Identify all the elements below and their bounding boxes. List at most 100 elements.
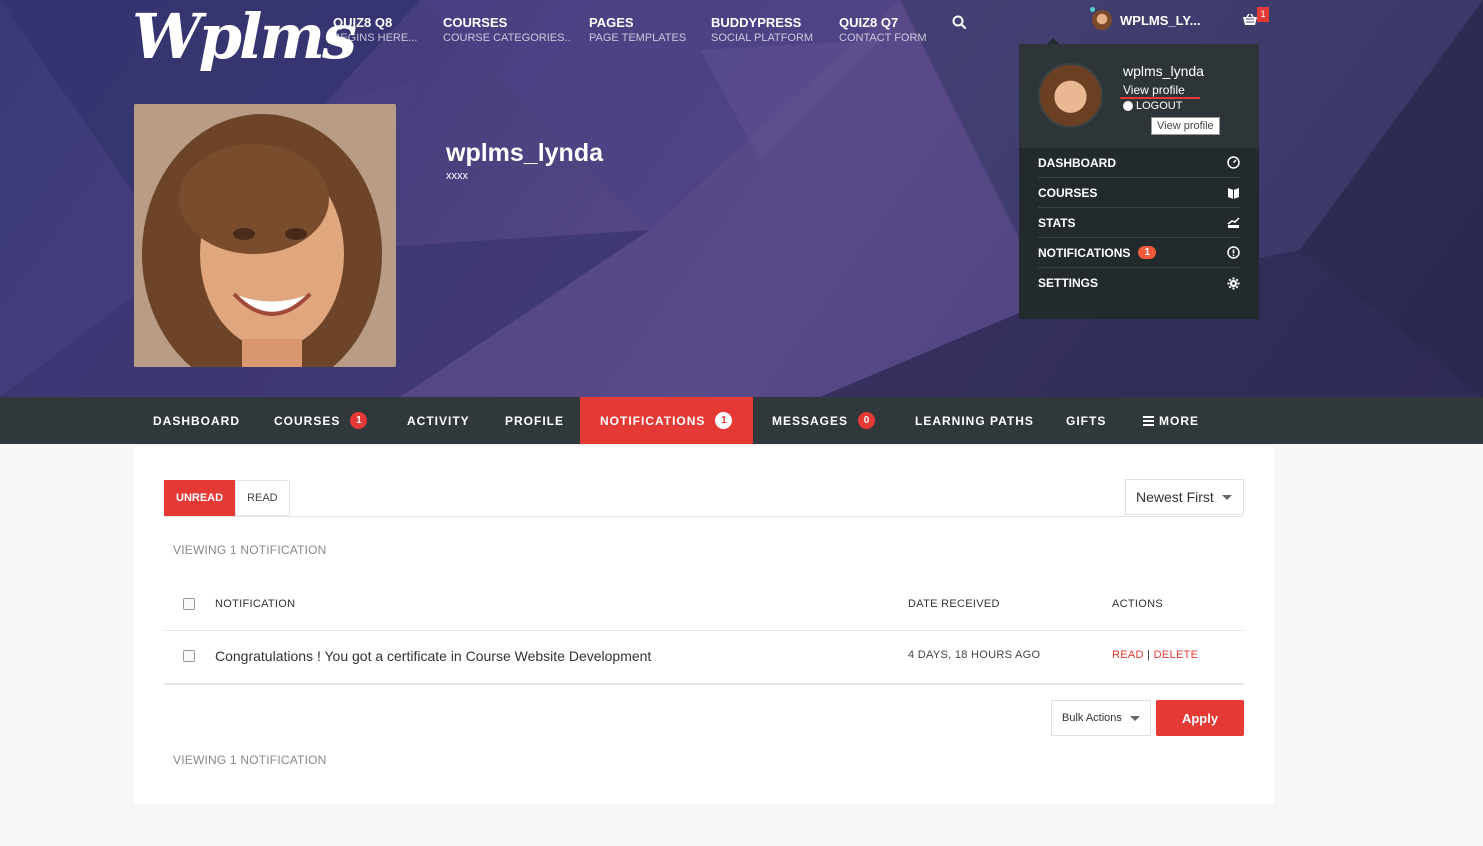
power-icon (1123, 101, 1133, 111)
dropdown-header: wplms_lynda View profile LOGOUT View pro… (1019, 44, 1259, 148)
chevron-down-icon (1221, 494, 1232, 500)
nav-title: QUIZ8 Q7 (839, 15, 899, 30)
nav-subtitle: PAGE TEMPLATES (589, 32, 687, 44)
dropdown-item-stats[interactable]: STATS (1038, 208, 1240, 238)
menu-icon (1143, 415, 1154, 426)
select-all-checkbox[interactable] (183, 598, 195, 610)
online-indicator (1090, 7, 1095, 12)
alert-icon (1227, 246, 1240, 259)
viewing-count: VIEWING 1 NOTIFICATION (173, 543, 327, 557)
dropdown-username: wplms_lynda (1123, 63, 1204, 79)
dropdown-item-settings[interactable]: SETTINGS (1038, 268, 1240, 298)
tab-learning-paths[interactable]: LEARNING PATHS (915, 397, 1034, 444)
profile-photo-image (134, 104, 396, 367)
wplms-logo[interactable]: Wplms (132, 0, 357, 73)
notification-tabs: UNREAD READ (164, 480, 290, 516)
dropdown-item-notifications[interactable]: NOTIFICATIONS 1 (1038, 238, 1240, 268)
bulk-actions-select[interactable]: Bulk Actions (1051, 700, 1151, 736)
tab-activity[interactable]: ACTIVITY (407, 397, 470, 444)
user-dropdown: wplms_lynda View profile LOGOUT View pro… (1019, 38, 1259, 319)
bulk-actions-value: Bulk Actions (1062, 712, 1122, 724)
notification-text: Congratulations ! You got a certificate … (215, 648, 652, 664)
row-actions: READ | DELETE (1112, 649, 1198, 661)
menu-label: DASHBOARD (1038, 155, 1116, 170)
viewing-count: VIEWING 1 NOTIFICATION (173, 753, 327, 767)
nav-pages[interactable]: PAGES PAGE TEMPLATES (589, 15, 686, 44)
logout-link[interactable]: LOGOUT (1123, 100, 1182, 112)
stats-icon (1227, 217, 1240, 228)
profile-subnav: DASHBOARD COURSES 1 ACTIVITY PROFILE NOT… (0, 397, 1483, 444)
separator: | (1147, 649, 1151, 661)
user-menu-toggle[interactable]: WPLMS_LY... (1090, 7, 1201, 30)
gear-icon (1227, 277, 1240, 289)
nav-title: COURSES (443, 15, 508, 30)
column-header-actions: ACTIONS (1112, 598, 1163, 610)
chevron-down-icon (1129, 715, 1140, 721)
tab-label: GIFTS (1066, 413, 1107, 428)
dropdown-item-courses[interactable]: COURSES (1038, 178, 1240, 208)
tab-label: LEARNING PATHS (915, 413, 1034, 428)
delete-link[interactable]: DELETE (1154, 649, 1199, 661)
search-icon[interactable] (951, 14, 967, 30)
notification-date: 4 DAYS, 18 HOURS AGO (908, 649, 1041, 661)
tab-more[interactable]: MORE (1143, 397, 1199, 444)
tab-label: PROFILE (505, 413, 565, 428)
nav-title: QUIZ8 Q8 (333, 15, 393, 30)
user-short-name: WPLMS_LY... (1120, 12, 1201, 28)
dropdown-menu: DASHBOARD COURSES STATS NOTIFICATIONS 1 … (1038, 148, 1240, 298)
tab-dashboard[interactable]: DASHBOARD (153, 397, 240, 444)
nav-quiz8-q7[interactable]: QUIZ8 Q7 CONTACT FORM (839, 15, 927, 44)
tab-label: COURSES (274, 413, 341, 428)
nav-quiz8-q8[interactable]: QUIZ8 Q8 BEGINS HERE... (333, 15, 417, 44)
sort-order-select[interactable]: Newest First (1125, 479, 1244, 515)
tab-profile[interactable]: PROFILE (505, 397, 564, 444)
menu-label: COURSES (1038, 185, 1098, 200)
profile-subtitle: xxxx (446, 170, 468, 182)
dashboard-icon (1227, 156, 1240, 169)
tab-label: NOTIFICATIONS (600, 413, 706, 428)
divider (164, 516, 1244, 517)
messages-count-badge: 0 (858, 412, 876, 429)
notifications-panel: UNREAD READ Newest First VIEWING 1 NOTIF… (134, 447, 1274, 804)
notifications-count-badge: 1 (715, 412, 733, 429)
menu-label: STATS (1038, 215, 1076, 230)
tab-courses[interactable]: COURSES 1 (274, 397, 368, 444)
tab-gifts[interactable]: GIFTS (1066, 397, 1106, 444)
column-header-notification: NOTIFICATION (215, 598, 296, 610)
nav-buddypress[interactable]: BUDDYPRESS SOCIAL PLATFORM (711, 15, 813, 44)
menu-label: SETTINGS (1038, 276, 1099, 290)
row-checkbox[interactable] (183, 650, 195, 662)
tab-label: MORE (1159, 413, 1199, 428)
cart-icon[interactable] (1242, 13, 1258, 29)
tab-unread[interactable]: UNREAD (164, 480, 236, 516)
tab-read[interactable]: READ (235, 480, 290, 516)
mark-read-link[interactable]: READ (1112, 649, 1144, 661)
avatar[interactable] (1038, 63, 1103, 128)
view-profile-link[interactable]: View profile (1123, 83, 1185, 97)
tab-notifications[interactable]: NOTIFICATIONS 1 (580, 397, 753, 444)
tab-label: DASHBOARD (153, 413, 240, 428)
nav-courses[interactable]: COURSES COURSE CATEGORIES.. (443, 15, 571, 44)
nav-title: BUDDYPRESS (711, 15, 802, 30)
notification-count-badge: 1 (1138, 246, 1156, 259)
tab-messages[interactable]: MESSAGES 0 (772, 397, 876, 444)
annotation-underline (1120, 97, 1200, 99)
nav-subtitle: SOCIAL PLATFORM (711, 32, 814, 44)
tab-label: ACTIVITY (407, 413, 470, 428)
sort-value: Newest First (1136, 489, 1214, 505)
nav-title: PAGES (589, 15, 634, 30)
divider (164, 630, 1244, 631)
nav-subtitle: COURSE CATEGORIES.. (443, 32, 571, 44)
book-icon (1228, 188, 1239, 199)
apply-button[interactable]: Apply (1156, 700, 1244, 736)
profile-photo[interactable] (134, 104, 396, 367)
column-header-date: DATE RECEIVED (908, 598, 1000, 610)
cart-count-badge: 1 (1257, 7, 1269, 22)
tab-label: MESSAGES (772, 413, 849, 428)
nav-subtitle: BEGINS HERE... (333, 32, 418, 44)
tooltip: View profile (1151, 117, 1220, 135)
profile-name: wplms_lynda (446, 139, 603, 167)
dropdown-item-dashboard[interactable]: DASHBOARD (1038, 148, 1240, 178)
menu-label: NOTIFICATIONS (1038, 245, 1131, 260)
logout-label: LOGOUT (1136, 100, 1183, 112)
